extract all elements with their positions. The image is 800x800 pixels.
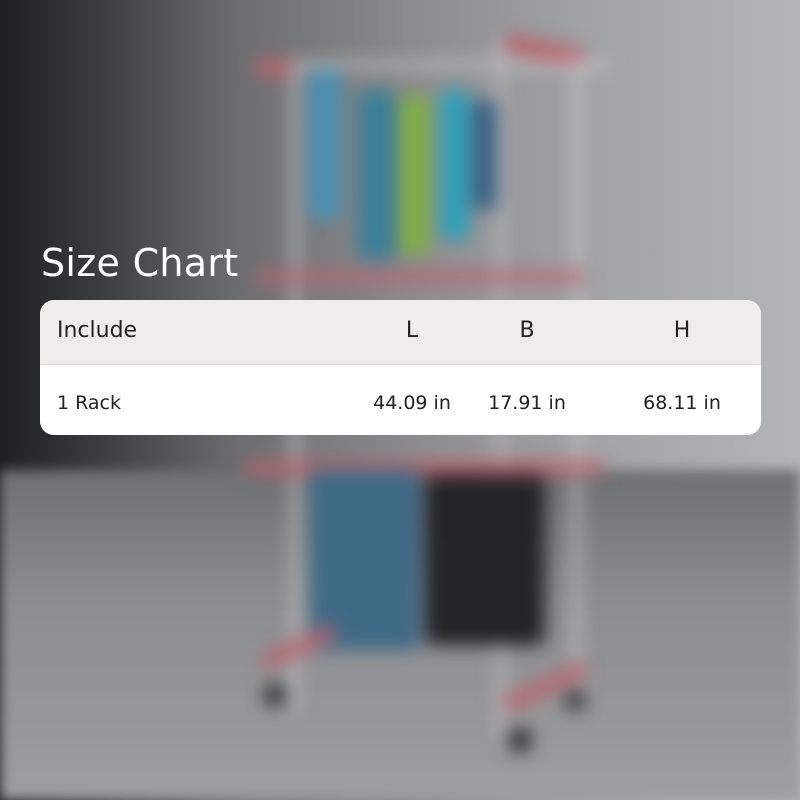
background-photo: Size Chart Include L B H 1 Rack 44.09 in…: [0, 0, 800, 800]
header-include: Include: [57, 318, 138, 343]
header-breadth: B: [519, 318, 535, 343]
cell-height: 68.11 in: [643, 392, 721, 414]
header-height: H: [673, 318, 691, 343]
size-chart-title: Size Chart: [41, 241, 239, 285]
table-header-row: Include L B H: [40, 300, 761, 365]
table-row: 1 Rack 44.09 in 17.91 in 68.11 in: [40, 365, 761, 435]
cell-breadth: 17.91 in: [488, 392, 566, 414]
cell-include: 1 Rack: [57, 392, 122, 414]
size-table: Include L B H 1 Rack 44.09 in 17.91 in 6…: [40, 300, 761, 435]
